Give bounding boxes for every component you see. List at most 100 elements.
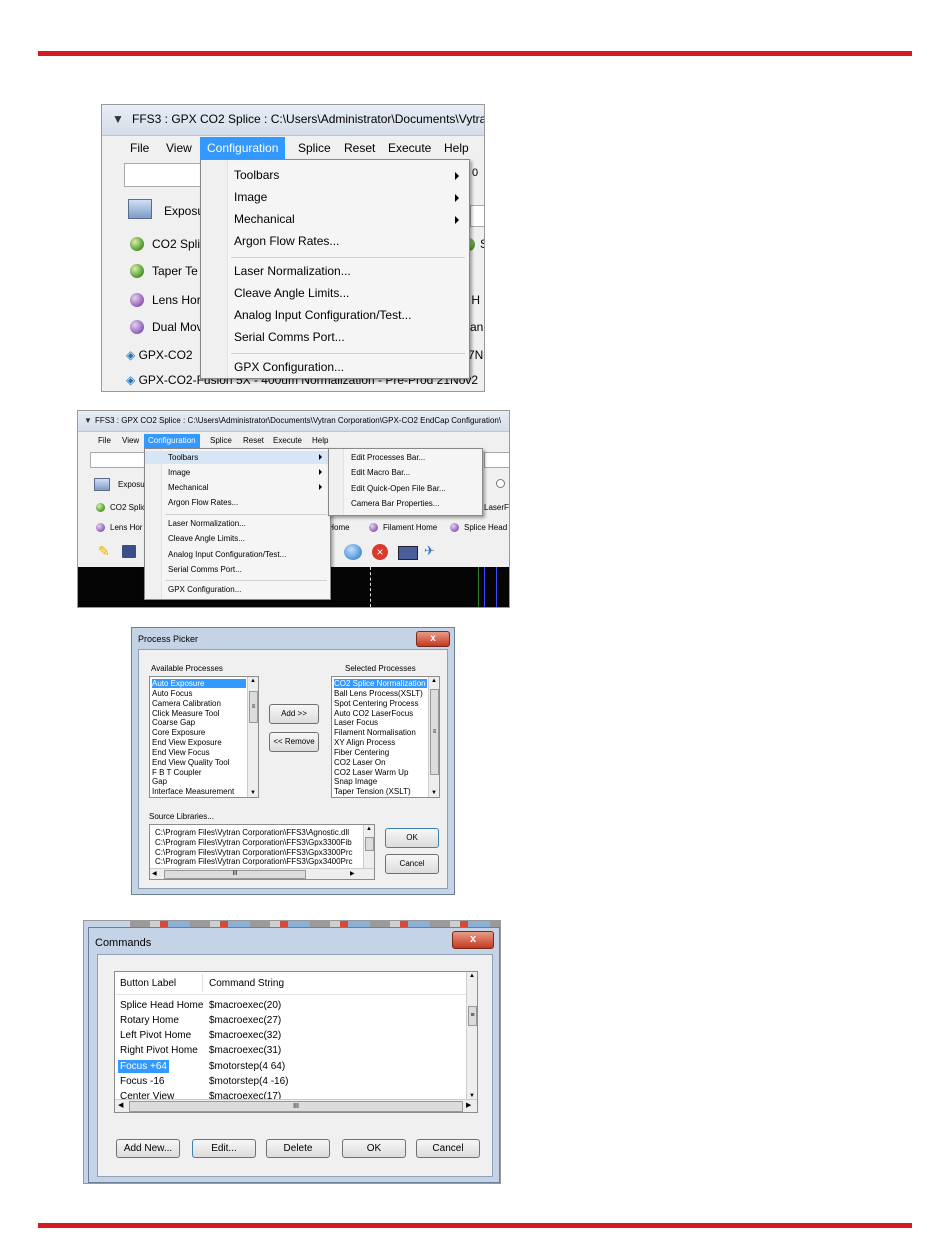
scroll-thumb[interactable]: III xyxy=(129,1101,463,1112)
scroll-right-icon[interactable]: ▶ xyxy=(466,1101,471,1109)
list-item[interactable]: Fiber Centering xyxy=(334,748,389,757)
list-item[interactable]: C:\Program Files\Vytran Corporation\FFS3… xyxy=(155,857,353,866)
remove-button[interactable]: << Remove xyxy=(269,732,319,752)
scroll-left-icon[interactable]: ◀ xyxy=(152,870,157,877)
menu-item-mechanical[interactable]: Mechanical xyxy=(201,210,469,230)
list-item[interactable]: C:\Program Files\Vytran Corporation\FFS3… xyxy=(155,848,353,857)
menu-configuration[interactable]: Configuration xyxy=(200,137,286,159)
list-item[interactable]: CO2 Laser On xyxy=(334,758,386,767)
radio-icon[interactable] xyxy=(496,479,505,488)
menu-item-toolbars[interactable]: Toolbars xyxy=(145,451,330,464)
menu-execute[interactable]: Execute xyxy=(273,436,302,445)
menu-help[interactable]: Help xyxy=(312,436,328,445)
menu-splice[interactable]: Splice xyxy=(210,436,232,445)
list-item[interactable]: C:\Program Files\Vytran Corporation\FFS3… xyxy=(155,838,352,847)
menu-item-cleave-angle-limits[interactable]: Cleave Angle Limits... xyxy=(145,532,330,545)
path-combo[interactable] xyxy=(90,452,146,468)
close-button[interactable]: x xyxy=(452,931,494,949)
cancel-button[interactable]: Cancel xyxy=(385,854,439,874)
menu-view[interactable]: View xyxy=(166,141,192,155)
list-item[interactable]: Ball Lens Process(XSLT) xyxy=(334,689,423,698)
list-item[interactable]: Auto Focus xyxy=(152,689,192,698)
menu-item-gpx-configuration[interactable]: GPX Configuration... xyxy=(145,583,330,596)
menu-help[interactable]: Help xyxy=(444,141,469,155)
menu-item-analog-input[interactable]: Analog Input Configuration/Test... xyxy=(201,306,469,326)
table-row[interactable]: Left Pivot Home $macroexec(32) xyxy=(115,1029,467,1043)
menu-item-serial-comms-port[interactable]: Serial Comms Port... xyxy=(145,563,330,576)
list-item[interactable]: C:\Program Files\Vytran Corporation\FFS3… xyxy=(155,828,349,837)
table-vertical-scrollbar[interactable]: ▲ ≡ ▼ xyxy=(466,972,477,1100)
column-header-button-label[interactable]: Button Label xyxy=(120,978,176,989)
scroll-up-icon[interactable]: ▲ xyxy=(431,678,437,684)
right-field[interactable] xyxy=(470,205,484,227)
scroll-thumb[interactable]: ≡ xyxy=(249,691,258,723)
menu-item-laser-normalization[interactable]: Laser Normalization... xyxy=(201,262,469,282)
table-horizontal-scrollbar[interactable]: ◀ III ▶ xyxy=(115,1099,477,1112)
menu-item-camera-bar-properties[interactable]: Camera Bar Properties... xyxy=(329,497,482,511)
menu-reset[interactable]: Reset xyxy=(344,141,375,155)
ok-button[interactable]: OK xyxy=(385,828,439,848)
menu-item-serial-comms-port[interactable]: Serial Comms Port... xyxy=(201,328,469,348)
quick-open-file-1[interactable]: ◈ GPX-CO2 xyxy=(126,348,193,362)
scroll-down-icon[interactable]: ▼ xyxy=(431,790,437,796)
menu-item-argon-flow-rates[interactable]: Argon Flow Rates... xyxy=(145,496,330,509)
scroll-thumb[interactable]: ≡ xyxy=(430,689,439,775)
list-scrollbar[interactable]: ▲ ≡ ▼ xyxy=(428,677,439,797)
scroll-left-icon[interactable]: ◀ xyxy=(118,1101,123,1109)
list-item[interactable]: CO2 Splice Normalization xyxy=(334,679,427,688)
add-new-button[interactable]: Add New... xyxy=(116,1139,180,1158)
menu-configuration[interactable]: Configuration xyxy=(144,434,200,448)
open-folder-icon[interactable]: ✎ xyxy=(98,543,110,560)
app-menu-icon[interactable]: ▼ xyxy=(84,416,92,425)
list-item[interactable]: Filament Normalisation xyxy=(334,728,416,737)
menu-item-image[interactable]: Image xyxy=(201,188,469,208)
menu-execute[interactable]: Execute xyxy=(388,141,431,155)
menu-file[interactable]: File xyxy=(130,141,149,155)
exposure-button[interactable]: Exposu xyxy=(92,477,145,493)
list-item[interactable]: Spot Centering Process xyxy=(334,699,419,708)
list-item[interactable]: End View Quality Tool xyxy=(152,758,230,767)
menu-item-laser-normalization[interactable]: Laser Normalization... xyxy=(145,517,330,530)
table-row[interactable]: Splice Head Home $macroexec(20) xyxy=(115,999,467,1013)
table-row[interactable]: Right Pivot Home $macroexec(31) xyxy=(115,1044,467,1058)
list-item[interactable]: Auto Exposure xyxy=(152,679,246,688)
toolbar-disc-icon[interactable] xyxy=(344,544,362,560)
path-combo[interactable] xyxy=(124,163,206,187)
add-button[interactable]: Add >> xyxy=(269,704,319,724)
menu-item-edit-processes-bar[interactable]: Edit Processes Bar... xyxy=(329,451,482,465)
menu-item-argon-flow-rates[interactable]: Argon Flow Rates... xyxy=(201,232,469,252)
list-vertical-scrollbar[interactable]: ▲ xyxy=(363,825,374,869)
menu-item-analog-input[interactable]: Analog Input Configuration/Test... xyxy=(145,548,330,561)
column-header-command-string[interactable]: Command String xyxy=(209,978,284,989)
menu-item-image[interactable]: Image xyxy=(145,466,330,479)
list-item[interactable]: Laser Focus xyxy=(334,718,378,727)
save-icon[interactable] xyxy=(122,545,136,558)
list-item[interactable]: XY Align Process xyxy=(334,738,395,747)
menu-item-cleave-angle-limits[interactable]: Cleave Angle Limits... xyxy=(201,284,469,304)
list-item[interactable]: End View Exposure xyxy=(152,738,222,747)
list-item[interactable]: Core Exposure xyxy=(152,728,205,737)
menu-file[interactable]: File xyxy=(98,436,111,445)
list-item[interactable]: Interface Measurement xyxy=(152,787,234,796)
scroll-right-icon[interactable]: ▶ xyxy=(350,870,355,877)
cancel-button[interactable]: Cancel xyxy=(416,1139,480,1158)
menu-view[interactable]: View xyxy=(122,436,139,445)
delete-button[interactable]: Delete xyxy=(266,1139,330,1158)
menu-splice[interactable]: Splice xyxy=(298,141,331,155)
menu-item-edit-macro-bar[interactable]: Edit Macro Bar... xyxy=(329,466,482,480)
table-row-selected[interactable]: Focus +64 $motorstep(4 64) xyxy=(115,1060,467,1074)
tools-icon[interactable]: ✈ xyxy=(424,543,435,559)
menu-item-gpx-configuration[interactable]: GPX Configuration... xyxy=(201,358,469,378)
list-item[interactable]: Coarse Gap xyxy=(152,718,195,727)
list-item[interactable]: Auto CO2 LaserFocus xyxy=(334,709,413,718)
list-horizontal-scrollbar[interactable]: ◀ III ▶ xyxy=(150,868,374,879)
scroll-thumb[interactable]: ≡ xyxy=(468,1006,477,1026)
list-item[interactable]: Snap Image xyxy=(334,777,377,786)
table-row[interactable]: Rotary Home $macroexec(27) xyxy=(115,1014,467,1028)
scroll-up-icon[interactable]: ▲ xyxy=(250,678,256,684)
scroll-down-icon[interactable]: ▼ xyxy=(250,790,256,796)
app-menu-icon[interactable]: ▼ xyxy=(112,112,124,126)
right-field[interactable] xyxy=(484,452,509,468)
scroll-thumb[interactable]: III xyxy=(164,870,306,879)
list-item[interactable]: End View Focus xyxy=(152,748,210,757)
